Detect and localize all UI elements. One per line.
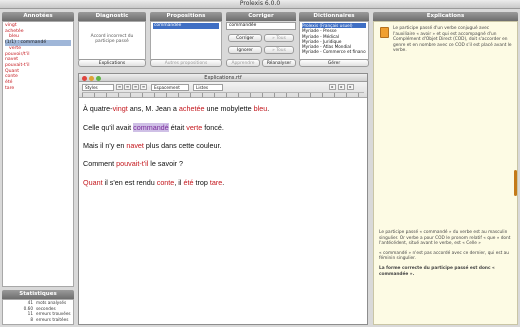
text-segment: était — [168, 123, 187, 132]
flagged-word[interactable]: Quant — [83, 178, 103, 187]
stats-body: 41 mots analysés 0.60 secondes 11 erreurs tro… — [2, 299, 74, 325]
zoom-icon[interactable] — [96, 75, 101, 81]
diagnostic-header: Diagnostic — [78, 12, 146, 21]
ignorer-button[interactable]: Ignorer — [228, 46, 262, 54]
reanalyser-button[interactable]: Réanalyser — [262, 59, 296, 67]
diagnostic-panel: Diagnostic Accord incorrect du participe… — [78, 12, 146, 70]
apprendre-button[interactable]: Apprendre — [226, 59, 260, 67]
corriger-panel: Corriger commandée Corriger » Tous Ignor… — [226, 12, 296, 70]
corriger-button[interactable]: Corriger — [228, 34, 262, 42]
annotees-list[interactable]: vingt achetée bleu (1/1) : commandé verte pou… — [2, 21, 74, 287]
tab-left-icon[interactable]: ▸ — [329, 84, 336, 90]
stats-label: erreurs traitées — [36, 316, 69, 322]
stats-header: Statistiques — [2, 290, 74, 299]
dictionary-item[interactable]: Myriade - Commerce et finance — [302, 49, 366, 54]
annotees-header: Annotées — [2, 12, 74, 21]
ignorer-tous-button[interactable]: » Tous — [264, 46, 294, 54]
flagged-word[interactable]: été — [184, 178, 194, 187]
document-line[interactable]: À quatre-vingt ans, M. Jean a achetée un… — [83, 104, 269, 113]
text-segment: , il — [174, 178, 184, 187]
tab-right-icon[interactable]: ▸ — [347, 84, 354, 90]
explication-analysis: Le participe passé « commandé » du verbe… — [379, 229, 511, 247]
annotee-item[interactable]: tare — [5, 86, 71, 92]
document-titlebar: Explications.rtf — [79, 74, 367, 82]
text-segment: le savoir ? — [148, 159, 184, 168]
lists-select[interactable]: Listes — [193, 84, 223, 91]
spacing-select[interactable]: Espacement — [151, 84, 189, 91]
document-line[interactable]: Mais il n'y en navet plus dans cette cou… — [83, 141, 221, 150]
diagnostic-body: Accord incorrect du participe passé — [78, 21, 146, 60]
explication-detail: « commandé » n'est pas accordé avec ce d… — [379, 250, 510, 262]
close-icon[interactable] — [82, 75, 87, 81]
dictionnaires-list[interactable]: Prolexis (Français usuel) Myriade - Press… — [299, 21, 369, 60]
flagged-word[interactable]: verte — [186, 123, 202, 132]
style-select[interactable]: Styles — [82, 84, 114, 91]
ruler[interactable] — [82, 92, 364, 97]
document-line[interactable]: Comment pouvait-t'il le savoir ? — [83, 159, 183, 168]
explications-scrollbar[interactable] — [514, 170, 517, 196]
align-right-icon[interactable]: ≡ — [132, 84, 139, 90]
text-segment: il s'en est rendu — [102, 178, 157, 187]
text-segment: plus dans cette couleur. — [143, 141, 222, 150]
dictionnaires-header: Dictionnaires — [299, 12, 369, 21]
text-segment: Mais il n'y en — [83, 141, 127, 150]
text-segment: À quatre- — [83, 104, 113, 113]
diagnostic-message: Accord incorrect du participe passé — [90, 34, 134, 45]
justify-icon[interactable]: ≡ — [140, 84, 147, 90]
document-title: Explications.rtf — [204, 75, 242, 81]
explications-header: Explications — [373, 12, 518, 21]
explication-conclusion: La forme correcte du participe passé est… — [379, 265, 495, 277]
flagged-word[interactable]: conte — [157, 178, 175, 187]
stats-panel: Statistiques 41 mots analysés 0.60 secondes… — [2, 290, 74, 325]
align-left-icon[interactable]: ≡ — [116, 84, 123, 90]
corriger-tous-button[interactable]: » Tous — [264, 34, 294, 42]
explication-rule: Le participe passé d'un verbe conjugué a… — [393, 26, 512, 54]
text-segment: . — [222, 178, 225, 187]
stats-row: 8 erreurs traitées — [3, 317, 73, 323]
document-line[interactable]: Quant il s'en est rendu conte, il été tr… — [83, 178, 224, 187]
proposition-item[interactable]: commandée — [153, 23, 219, 29]
format-toolbar: Styles ≡ ≡ ≡ ≡ Espacement Listes ▸ ▸ ▸ — [79, 82, 367, 98]
note-icon — [380, 27, 389, 38]
text-segment: Celle qu'il avait — [83, 123, 134, 132]
dictionnaires-panel: Dictionnaires Prolexis (Français usuel) M… — [299, 12, 369, 70]
flagged-word[interactable]: tare — [210, 178, 222, 187]
text-segment: . — [267, 104, 270, 113]
propositions-list[interactable]: commandée — [150, 21, 222, 60]
text-segment: ans, M. Jean a — [127, 104, 179, 113]
document-window: Explications.rtf Styles ≡ ≡ ≡ ≡ Espaceme… — [78, 73, 368, 325]
propositions-panel: Propositions commandée Autres propositio… — [150, 12, 222, 70]
flagged-word[interactable]: pouvait-t'il — [116, 159, 148, 168]
window-title: Prolexis 6.0.0 — [239, 0, 281, 7]
app-titlebar: Prolexis 6.0.0 — [0, 0, 520, 9]
explications-body: Le participe passé d'un verbe conjugué a… — [373, 21, 518, 325]
correction-input[interactable]: commandée — [226, 22, 296, 30]
flagged-word[interactable]: vingt — [113, 104, 128, 113]
document-text[interactable]: À quatre-vingt ans, M. Jean a achetée un… — [79, 98, 367, 324]
flagged-word[interactable]: bleu — [254, 104, 268, 113]
autres-propositions-button[interactable]: Autres propositions — [150, 59, 222, 67]
gerer-button[interactable]: Gérer — [299, 59, 369, 67]
corriger-header: Corriger — [226, 12, 296, 21]
explications-button[interactable]: Explications — [78, 59, 146, 67]
annotees-panel: Annotées vingt achetée bleu (1/1) : command… — [2, 12, 74, 287]
minimize-icon[interactable] — [89, 75, 94, 81]
document-line[interactable]: Celle qu'il avait commandé était verte f… — [83, 123, 224, 132]
flagged-word[interactable]: achetée — [179, 104, 205, 113]
flagged-word[interactable]: navet — [126, 141, 144, 150]
text-segment: foncé. — [202, 123, 224, 132]
text-segment: trop — [193, 178, 210, 187]
flagged-word[interactable]: commandé — [133, 123, 169, 132]
align-center-icon[interactable]: ≡ — [124, 84, 131, 90]
propositions-header: Propositions — [150, 12, 222, 21]
explications-panel: Explications Le participe passé d'un ver… — [373, 12, 518, 325]
tab-center-icon[interactable]: ▸ — [338, 84, 345, 90]
text-segment: Comment — [83, 159, 117, 168]
stats-value: 8 — [30, 316, 33, 322]
text-segment: une mobylette — [204, 104, 254, 113]
